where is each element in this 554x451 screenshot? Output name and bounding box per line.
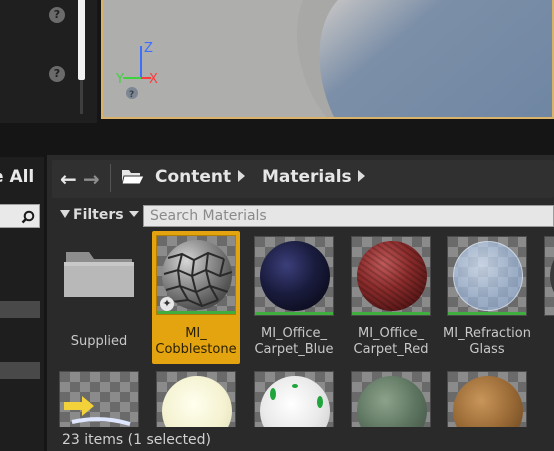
forward-arrow-icon[interactable]: → [83,169,100,189]
asset-tile-mi-refraction-glass[interactable]: MI_Refraction Glass [443,232,531,364]
material-preview-sphere [162,376,232,427]
asset-tile-mi-office-carpet-red[interactable]: MI_Office_ Carpet_Red [347,232,435,364]
breadcrumb-content[interactable]: Content [155,166,231,188]
asset-thumbnail [544,236,554,316]
asset-tile[interactable] [347,367,435,427]
asset-thumbnail [254,236,334,316]
asset-thumbnail [156,371,236,427]
arrow-preview [64,396,131,426]
viewport[interactable]: Z Y X ? [101,0,554,119]
material-preview-sphere [453,376,523,427]
search-input[interactable] [143,205,554,227]
asset-name: MI_ Cobblestone [155,326,237,357]
asset-thumbnail [351,371,431,427]
asset-thumbnail [447,371,527,427]
nav-separator [110,164,111,192]
asset-type-color-bar [255,312,333,315]
material-preview-sphere [453,241,523,311]
material-preview-sphere [357,376,427,427]
panel-divider [0,123,554,157]
asset-tile-mi-cobblestone[interactable]: ✦ MI_ Cobblestone [152,231,240,364]
scrollbar-track[interactable] [80,80,83,114]
sources-tree-item[interactable] [0,362,40,379]
asset-name: MI_Office_ Carpet_Blue [254,326,334,357]
help-icon[interactable]: ? [49,66,65,82]
axis-z-label: Z [144,41,153,56]
green-dots-pattern [270,384,323,408]
asset-thumbnail [254,371,334,427]
material-preview-sphere [357,241,427,311]
asset-type-color-bar [157,311,235,314]
folder-icon [121,170,145,185]
axis-gizmo: Z Y X ? [115,41,158,100]
asset-tile-partial[interactable] [540,232,554,364]
asset-tile[interactable] [250,367,338,427]
asset-thumbnail [59,371,139,427]
axis-x-label: X [149,72,158,87]
save-all-label: e All [0,167,35,187]
asset-name: MI_Office_ Carpet_Red [353,326,429,357]
details-panel: ? ? [0,0,97,123]
material-preview-sphere [550,241,554,311]
search-icon [21,210,35,224]
breadcrumb-chevron-icon[interactable] [238,170,245,182]
funnel-icon [60,210,70,218]
scrollbar-thumb[interactable] [78,0,85,80]
asset-tile[interactable] [55,367,143,427]
filters-label: Filters [73,207,124,223]
asset-tile[interactable] [152,367,240,427]
asset-type-color-bar [352,312,430,315]
save-all-button[interactable]: e All [0,158,44,196]
material-instance-badge-icon: ✦ [160,297,174,311]
asset-thumbnail [351,236,431,316]
filters-button[interactable]: Filters [56,205,140,226]
sources-search-input[interactable] [0,204,40,228]
folder-icon [64,252,134,297]
asset-thumbnail: ✦ [156,235,236,315]
back-arrow-icon[interactable]: ← [60,169,77,189]
chevron-down-icon [128,211,139,217]
help-icon[interactable]: ? [49,7,65,23]
breadcrumb-chevron-icon[interactable] [358,170,365,182]
asset-tile-mi-office-carpet-blue[interactable]: MI_Office_ Carpet_Blue [250,232,338,364]
sources-tree-item[interactable] [0,301,40,318]
axis-y-label: Y [115,72,124,87]
asset-tile-folder[interactable]: Supplied [55,232,143,364]
help-icon: ? [129,90,134,100]
asset-tile[interactable] [443,367,531,427]
asset-name: Supplied [70,334,128,349]
breadcrumb-materials[interactable]: Materials [262,166,352,188]
asset-thumbnail [447,236,527,316]
status-bar-text: 23 items (1 selected) [62,432,212,448]
asset-type-color-bar [448,312,526,315]
material-preview-sphere [260,241,330,311]
asset-name: MI_Refraction Glass [443,326,531,357]
